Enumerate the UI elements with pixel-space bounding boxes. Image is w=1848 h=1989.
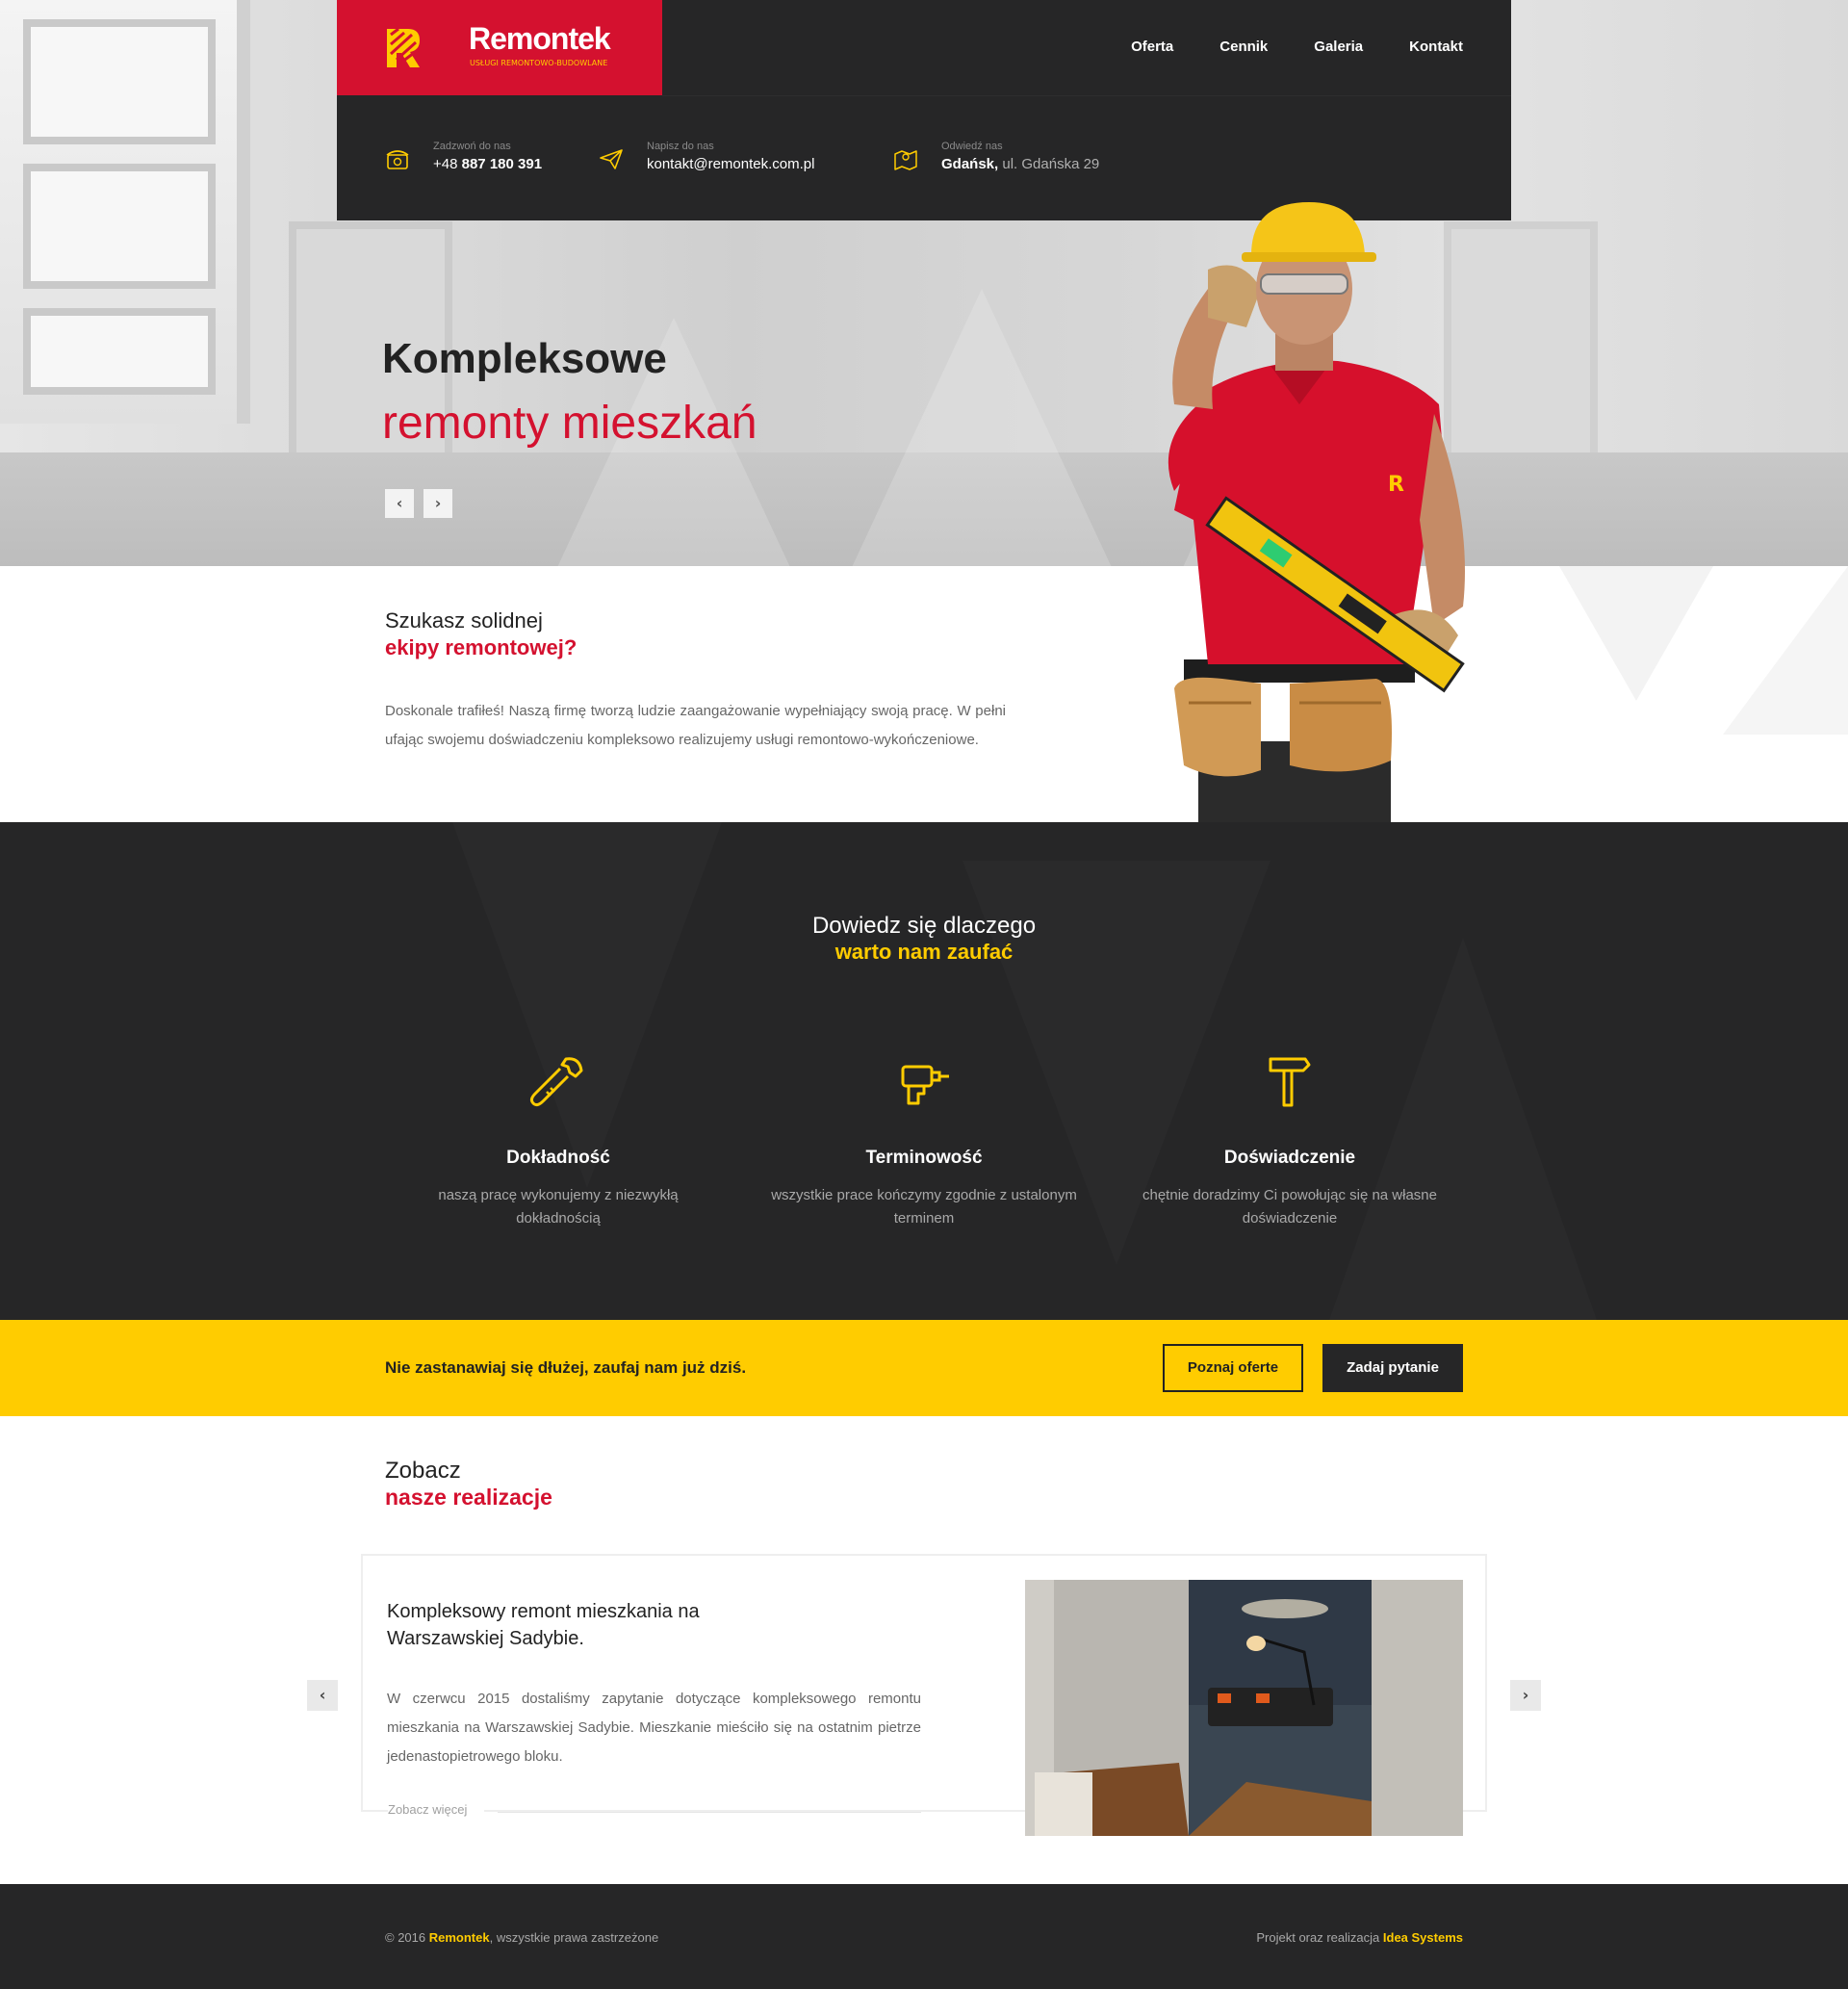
logo-title: Remontek	[469, 21, 611, 56]
contact-email-label: Napisz do nas	[647, 141, 714, 152]
cta-text: Nie zastanawiaj się dłużej, zaufaj nam j…	[385, 1358, 747, 1377]
credit-text: Projekt oraz realizacja	[1256, 1930, 1380, 1945]
nav-item-galeria[interactable]: Galeria	[1314, 39, 1363, 55]
address-city: Gdańsk,	[941, 156, 999, 172]
realization-desc: W czerwcu 2015 dostaliśmy zapytanie doty…	[387, 1691, 921, 1765]
contact-phone[interactable]: Zadzwoń do nas +48 887 180 391	[385, 141, 542, 172]
credit-link[interactable]: Idea Systems	[1383, 1930, 1463, 1945]
hero-next-button[interactable]: ›	[424, 489, 452, 518]
feature-title: Terminowość	[865, 1148, 983, 1168]
email-address: kontakt@remontek.com.pl	[647, 156, 815, 172]
phone-icon	[386, 150, 409, 169]
site-footer: © 2016 Remontek, wszystkie prawa zastrze…	[0, 1884, 1848, 1989]
intro-heading-accent: ekipy remontowej?	[385, 635, 578, 659]
contact-address-label: Odwiedź nas	[941, 141, 1003, 152]
why-section: Dowiedz się dlaczego warto nam zaufać Do…	[0, 822, 1848, 1320]
realizations-heading-accent: nasze realizacje	[385, 1485, 552, 1510]
drill-icon	[901, 1065, 949, 1105]
wrench-icon	[529, 1057, 583, 1107]
offer-button[interactable]: Poznaj oferte	[1163, 1344, 1303, 1392]
hero-prev-button[interactable]: ‹	[385, 489, 414, 518]
copyright-year: © 2016	[385, 1930, 426, 1945]
hero-subtitle: remonty mieszkań	[382, 398, 757, 449]
phone-prefix: +48	[433, 156, 458, 172]
decor-triangle	[1723, 566, 1848, 735]
cta-bar: Nie zastanawiaj się dłużej, zaufaj nam j…	[0, 1320, 1848, 1416]
intro-text: Doskonale trafiłeś! Naszą firmę tworzą l…	[385, 703, 1006, 748]
see-more-link[interactable]: Zobacz więcej	[388, 1802, 485, 1817]
credits: Projekt oraz realizacja Idea Systems	[1256, 1930, 1463, 1945]
svg-text:R: R	[1388, 473, 1404, 497]
divider	[498, 1812, 921, 1813]
ask-question-button[interactable]: Zadaj pytanie	[1322, 1344, 1463, 1392]
logo-tagline: USŁUGI REMONTOWO-BUDOWLANE	[470, 59, 608, 67]
map-icon	[894, 150, 917, 170]
copyright-text: , wszystkie prawa zastrzeżone	[489, 1930, 659, 1945]
realizations-prev-button[interactable]: ‹	[307, 1680, 338, 1711]
header-divider	[662, 95, 1511, 96]
intro-heading: Szukasz solidnej	[385, 608, 543, 633]
nav-item-cennik[interactable]: Cennik	[1219, 39, 1268, 55]
copyright: © 2016 Remontek, wszystkie prawa zastrze…	[385, 1930, 658, 1945]
realization-photo[interactable]	[1025, 1580, 1463, 1836]
feature-title: Dokładność	[506, 1148, 610, 1168]
hero-title: Kompleksowe	[382, 335, 667, 382]
hammer-icon	[1269, 1057, 1311, 1107]
feature-desc: wszystkie prace kończymy zgodnie z ustal…	[771, 1187, 1077, 1227]
feature-desc: chętnie doradzimy Ci powołując się na wł…	[1142, 1187, 1437, 1227]
feature-accuracy: Dokładność naszą pracę wykonujemy z niez…	[395, 1053, 722, 1230]
contact-phone-label: Zadzwoń do nas	[433, 141, 511, 152]
logo[interactable]: Remontek USŁUGI REMONTOWO-BUDOWLANE	[337, 0, 662, 95]
decor-triangle	[1559, 566, 1713, 701]
realizations-next-button[interactable]: ›	[1510, 1680, 1541, 1711]
nav-item-oferta[interactable]: Oferta	[1131, 39, 1173, 55]
phone-number: 887 180 391	[461, 156, 543, 172]
realizations-heading: Zobacz	[385, 1458, 461, 1484]
contact-address[interactable]: Odwiedź nas Gdańsk, ul. Gdańska 29	[893, 141, 1099, 172]
realization-title: Kompleksowy remont mieszkania na Warszaw…	[387, 1601, 700, 1649]
feature-desc: naszą pracę wykonujemy z niezwykłą dokła…	[438, 1187, 679, 1227]
logo-mark-icon	[387, 27, 420, 67]
why-heading-accent: warto nam zaufać	[834, 940, 1014, 964]
main-nav: Oferta Cennik Galeria Kontakt	[1085, 39, 1463, 55]
feature-experience: Doświadczenie chętnie doradzimy Ci powoł…	[1126, 1053, 1453, 1230]
hero-window-image	[0, 0, 250, 424]
why-heading: Dowiedz się dlaczego	[811, 913, 1037, 939]
feature-title: Doświadczenie	[1223, 1148, 1356, 1168]
paper-plane-icon	[600, 149, 623, 169]
worker-image: R	[1168, 202, 1465, 822]
contact-email[interactable]: Napisz do nas kontakt@remontek.com.pl	[599, 141, 814, 172]
copyright-brand[interactable]: Remontek	[429, 1930, 490, 1945]
address-street: ul. Gdańska 29	[1002, 156, 1100, 172]
feature-timeliness: Terminowość wszystkie prace kończymy zgo…	[760, 1053, 1088, 1230]
site-header: Remontek USŁUGI REMONTOWO-BUDOWLANE Ofer…	[337, 0, 1511, 220]
nav-item-kontakt[interactable]: Kontakt	[1409, 39, 1463, 55]
